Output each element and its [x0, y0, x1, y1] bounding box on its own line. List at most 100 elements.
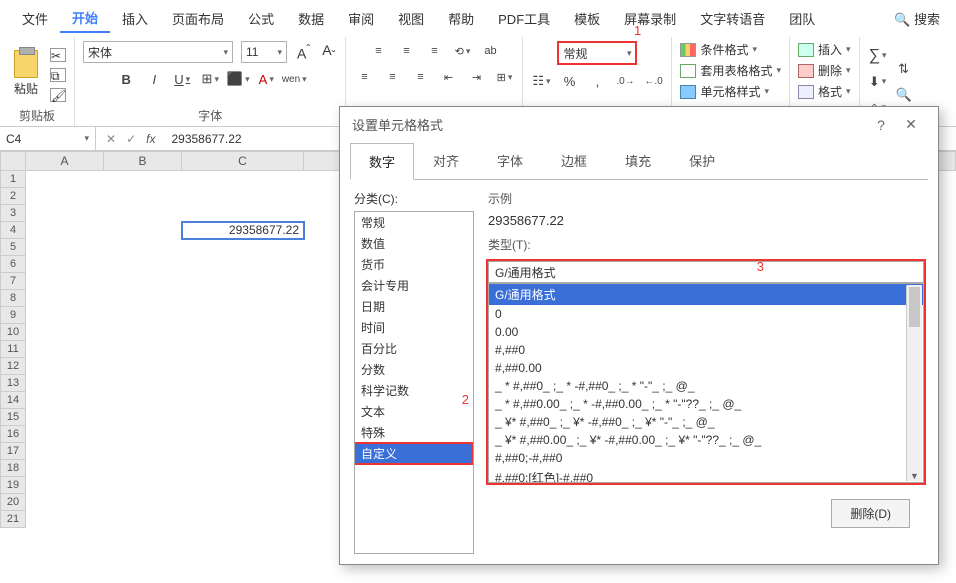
category-item[interactable]: 会计专用	[355, 275, 473, 296]
menu-home[interactable]: 开始	[60, 4, 110, 33]
row-header[interactable]: 12	[0, 358, 26, 375]
font-color-button[interactable]: A	[256, 69, 276, 89]
cancel-icon[interactable]: ✕	[106, 132, 116, 146]
type-item[interactable]: _ ¥* #,##0_ ;_ ¥* -#,##0_ ;_ ¥* "-"_ ;_ …	[489, 413, 923, 431]
format-button[interactable]: 格式▾	[798, 83, 851, 100]
menu-help[interactable]: 帮助	[436, 5, 486, 32]
menu-page-layout[interactable]: 页面布局	[160, 5, 236, 32]
row-header[interactable]: 17	[0, 443, 26, 460]
paste-button[interactable]: 粘贴	[8, 46, 44, 101]
cell-C4[interactable]: 29358677.22	[182, 222, 304, 239]
row-header[interactable]: 11	[0, 341, 26, 358]
category-item-custom[interactable]: 自定义	[355, 443, 473, 464]
row-header[interactable]: 1	[0, 171, 26, 188]
type-item[interactable]: #,##0.00	[489, 359, 923, 377]
align-left-icon[interactable]: ≡	[354, 67, 374, 87]
col-header-C[interactable]: C	[182, 151, 304, 171]
row-header[interactable]: 2	[0, 188, 26, 205]
dialog-titlebar[interactable]: 设置单元格格式 ? ✕	[340, 107, 938, 142]
type-item[interactable]: #,##0	[489, 341, 923, 359]
row-header[interactable]: 3	[0, 205, 26, 222]
select-all-corner[interactable]	[0, 151, 26, 171]
border-button[interactable]: ⊞	[200, 69, 220, 89]
cell-style-button[interactable]: 单元格样式▾	[680, 83, 769, 100]
row-header[interactable]: 7	[0, 273, 26, 290]
category-item[interactable]: 特殊	[355, 422, 473, 443]
type-item[interactable]: _ * #,##0_ ;_ * -#,##0_ ;_ * "-"_ ;_ @_	[489, 377, 923, 395]
tab-font[interactable]: 字体	[478, 142, 542, 179]
tab-number[interactable]: 数字	[350, 143, 414, 180]
row-header[interactable]: 5	[0, 239, 26, 256]
row-header[interactable]: 9	[0, 307, 26, 324]
accept-icon[interactable]: ✓	[126, 132, 136, 146]
align-top-icon[interactable]: ≡	[368, 41, 388, 61]
phonetic-button[interactable]: wen	[284, 69, 304, 89]
menu-file[interactable]: 文件	[10, 5, 60, 32]
row-header[interactable]: 6	[0, 256, 26, 273]
percent-icon[interactable]: %	[559, 71, 579, 91]
name-box[interactable]: C4 ▾	[0, 127, 96, 150]
decrease-font-icon[interactable]: Aˇ	[320, 42, 337, 62]
delete-button[interactable]: 删除▾	[798, 62, 851, 79]
indent-dec-icon[interactable]: ⇤	[438, 67, 458, 87]
category-item[interactable]: 常规	[355, 212, 473, 233]
menu-formula[interactable]: 公式	[236, 5, 286, 32]
align-middle-icon[interactable]: ≡	[396, 41, 416, 61]
category-item[interactable]: 货币	[355, 254, 473, 275]
autosum-button[interactable]: ∑	[868, 46, 888, 66]
bold-button[interactable]: B	[116, 69, 136, 89]
close-button[interactable]: ✕	[896, 116, 926, 133]
decrease-decimal-icon[interactable]: ←.0	[643, 71, 663, 91]
search-menu[interactable]: 🔍 搜索	[888, 5, 946, 32]
category-item[interactable]: 分数	[355, 359, 473, 380]
tab-fill[interactable]: 填充	[606, 142, 670, 179]
row-header[interactable]: 14	[0, 392, 26, 409]
row-header[interactable]: 18	[0, 460, 26, 477]
row-header[interactable]: 13	[0, 375, 26, 392]
col-header-A[interactable]: A	[26, 151, 104, 171]
cut-icon[interactable]: ✂	[50, 48, 66, 62]
menu-team[interactable]: 团队	[777, 5, 827, 32]
category-item[interactable]: 数值	[355, 233, 473, 254]
type-item[interactable]: 0	[489, 305, 923, 323]
comma-icon[interactable]: ,	[587, 71, 607, 91]
menu-review[interactable]: 审阅	[336, 5, 386, 32]
sort-filter-icon[interactable]: ⇅	[894, 59, 914, 79]
row-header[interactable]: 4	[0, 222, 26, 239]
fill-color-button[interactable]: ⬛	[228, 69, 248, 89]
menu-templates[interactable]: 模板	[562, 5, 612, 32]
fx-icon[interactable]: fx	[146, 132, 155, 146]
orientation-icon[interactable]: ⟲	[452, 41, 472, 61]
wrap-text-icon[interactable]: ab	[480, 41, 500, 61]
type-item[interactable]: 0.00	[489, 323, 923, 341]
type-item[interactable]: _ * #,##0.00_ ;_ * -#,##0.00_ ;_ * "-"??…	[489, 395, 923, 413]
format-painter-icon[interactable]: 🖌	[50, 88, 66, 102]
menu-tts[interactable]: 文字转语音	[688, 5, 777, 32]
tab-protection[interactable]: 保护	[670, 142, 734, 179]
row-header[interactable]: 15	[0, 409, 26, 426]
table-format-button[interactable]: 套用表格格式▾	[680, 62, 781, 79]
tab-alignment[interactable]: 对齐	[414, 142, 478, 179]
merge-cells-icon[interactable]: ⊞	[494, 67, 514, 87]
type-item[interactable]: #,##0;[红色]-#,##0	[489, 467, 923, 483]
currency-icon[interactable]: ☷	[531, 71, 551, 91]
scroll-thumb[interactable]	[909, 287, 920, 327]
delete-format-button[interactable]: 删除(D)	[831, 499, 910, 528]
underline-button[interactable]: U	[172, 69, 192, 89]
category-item[interactable]: 百分比	[355, 338, 473, 359]
type-item[interactable]: #,##0;-#,##0	[489, 449, 923, 467]
conditional-format-button[interactable]: 条件格式▾	[680, 41, 757, 58]
type-item[interactable]: _ ¥* #,##0.00_ ;_ ¥* -#,##0.00_ ;_ ¥* "-…	[489, 431, 923, 449]
col-header-B[interactable]: B	[104, 151, 182, 171]
category-item[interactable]: 日期	[355, 296, 473, 317]
type-list[interactable]: G/通用格式 0 0.00 #,##0 #,##0.00 _ * #,##0_ …	[488, 283, 924, 483]
help-button[interactable]: ?	[866, 117, 896, 133]
menu-insert[interactable]: 插入	[110, 5, 160, 32]
number-format-select[interactable]: 常规 ▾	[557, 41, 637, 65]
align-bottom-icon[interactable]: ≡	[424, 41, 444, 61]
increase-decimal-icon[interactable]: .0→	[615, 71, 635, 91]
scroll-down-icon[interactable]: ▼	[907, 471, 922, 481]
type-list-scrollbar[interactable]: ▲ ▼	[906, 285, 922, 481]
italic-button[interactable]: I	[144, 69, 164, 89]
copy-icon[interactable]: ⧉	[50, 68, 66, 82]
